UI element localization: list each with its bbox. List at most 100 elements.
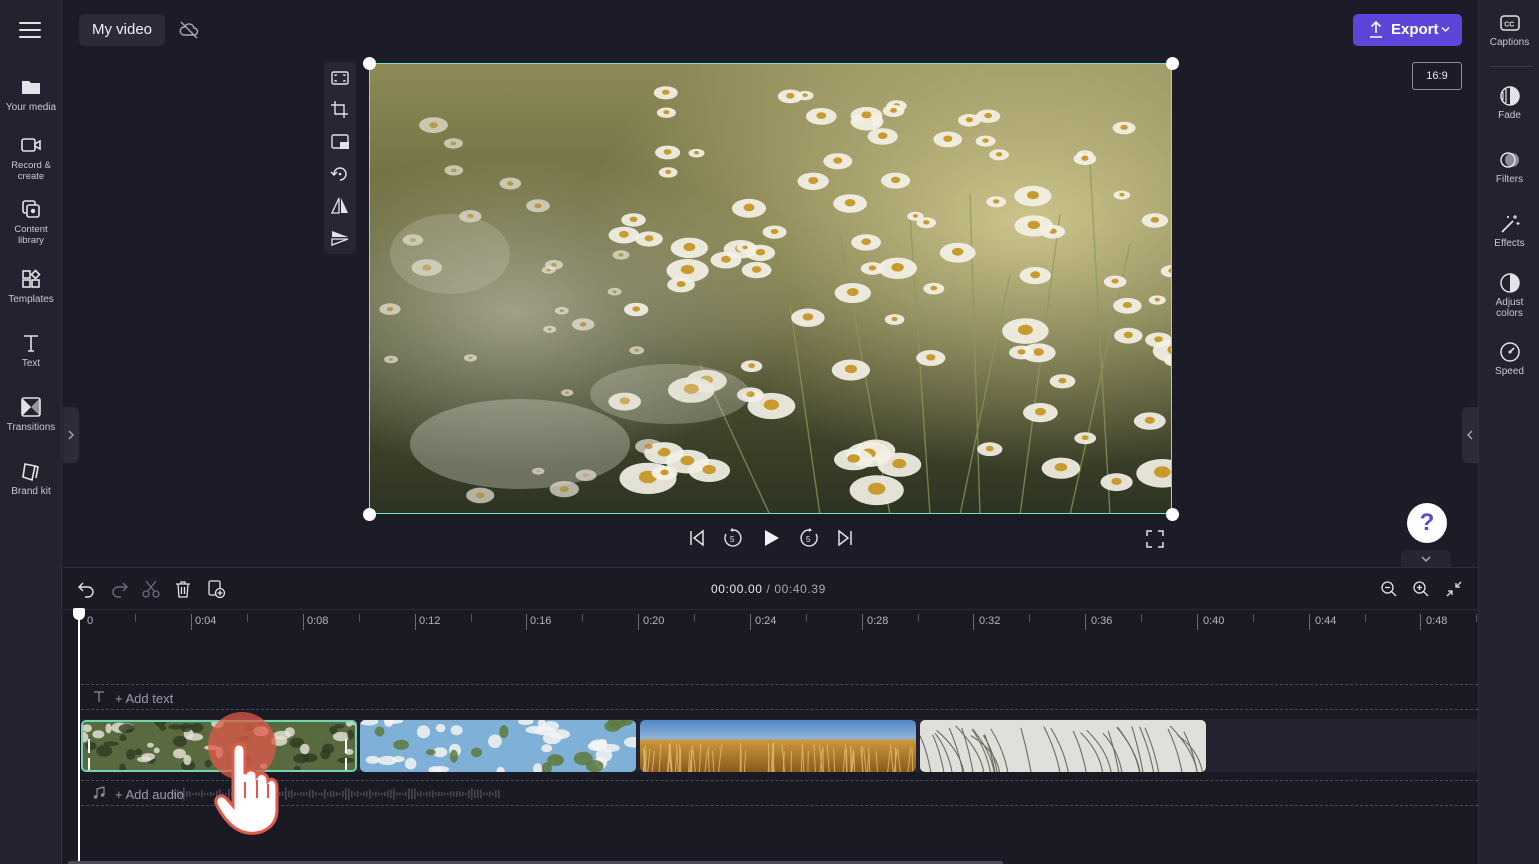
- rs-captions[interactable]: CC Captions: [1479, 12, 1539, 48]
- duplicate-icon[interactable]: [206, 579, 226, 599]
- svg-text:5: 5: [730, 535, 735, 544]
- nav-record-create[interactable]: Record & create: [0, 134, 62, 182]
- resize-handle-top-right[interactable]: [1166, 57, 1179, 70]
- upload-icon: [1370, 21, 1382, 38]
- tick-label: 0:40: [1203, 615, 1225, 627]
- tick-label: 0:20: [643, 615, 665, 627]
- nav-content-library[interactable]: Content library: [0, 198, 62, 246]
- resize-handle-bottom-right[interactable]: [1166, 508, 1179, 521]
- clip-wheat-field[interactable]: [640, 720, 916, 772]
- video-preview[interactable]: [369, 63, 1172, 514]
- delete-icon[interactable]: [173, 579, 193, 599]
- clip-daisy-field[interactable]: [81, 720, 357, 772]
- tick-label: 0: [87, 615, 94, 627]
- tick-label: 0:16: [530, 615, 552, 627]
- zoom-in-icon[interactable]: [1411, 579, 1431, 599]
- nav-your-media[interactable]: Your media: [0, 76, 62, 113]
- timeline-toolbar: 00:00.00 / 00:40.39: [63, 568, 1478, 610]
- timecode: 00:00.00 / 00:40.39: [711, 582, 826, 596]
- flip-vertical-icon[interactable]: [330, 228, 350, 248]
- flip-horizontal-icon[interactable]: [330, 196, 350, 216]
- zoom-out-icon[interactable]: [1379, 579, 1399, 599]
- nav-templates[interactable]: Templates: [0, 268, 62, 305]
- clip-thumbnail-daisy: [83, 722, 355, 770]
- export-label: Export: [1391, 21, 1439, 38]
- picture-in-picture-icon[interactable]: [330, 132, 350, 152]
- timeline-ruler[interactable]: 0 0:04 0:08 0:12 0:16 0:20 0:24 0:28 0:3…: [63, 610, 1478, 634]
- tick-label: 0:04: [195, 615, 217, 627]
- tick-label: 0:36: [1091, 615, 1113, 627]
- crop-icon[interactable]: [330, 100, 350, 120]
- skip-forward-icon[interactable]: [834, 527, 856, 549]
- rs-adjust-colors[interactable]: Adjust colors: [1479, 272, 1539, 319]
- clipchamp-editor: Your media Record & create Content libra…: [0, 0, 1539, 864]
- nav-label-text: Text: [21, 358, 41, 369]
- time-separator: /: [762, 582, 775, 596]
- expand-right-panel-button[interactable]: [1462, 407, 1478, 463]
- chevron-down-icon: [1421, 556, 1431, 562]
- resize-handle-top-left[interactable]: [363, 57, 376, 70]
- timeline: 00:00.00 / 00:40.39 0 0:04 0:08 0:12 0:1…: [63, 567, 1478, 864]
- chevron-right-icon: [68, 430, 74, 440]
- nav-label-brand-kit: Brand kit: [11, 486, 51, 497]
- templates-icon: [20, 268, 42, 290]
- help-button[interactable]: ?: [1407, 503, 1447, 543]
- skip-back-icon[interactable]: [686, 527, 708, 549]
- split-scissors-icon[interactable]: [141, 579, 161, 599]
- trim-handle-right[interactable]: [345, 739, 351, 770]
- undo-icon[interactable]: [77, 579, 97, 599]
- hamburger-icon[interactable]: [19, 22, 41, 38]
- fullscreen-icon[interactable]: [1144, 528, 1166, 550]
- nav-text[interactable]: Text: [0, 332, 62, 369]
- music-note-icon: [93, 786, 105, 799]
- adjust-colors-icon: [1499, 272, 1521, 294]
- nav-brand-kit[interactable]: Brand kit: [0, 460, 62, 497]
- rewind-5-icon[interactable]: 5: [722, 527, 744, 549]
- text-icon: [20, 332, 42, 354]
- add-text-label: + Add text: [115, 691, 174, 706]
- speed-icon: [1499, 341, 1521, 363]
- playhead[interactable]: [78, 614, 80, 864]
- clip-grass-stalks[interactable]: [920, 720, 1206, 772]
- resize-handle-bottom-left[interactable]: [363, 508, 376, 521]
- redo-icon[interactable]: [109, 579, 129, 599]
- trim-handle-left[interactable]: [88, 739, 94, 770]
- fit-timeline-icon[interactable]: [1444, 579, 1464, 599]
- audio-waveform-placeholder: [171, 787, 500, 801]
- right-sidebar: CC Captions Fade Filters Effects Adjust …: [1478, 0, 1539, 864]
- rs-label-captions: Captions: [1489, 37, 1530, 48]
- svg-text:5: 5: [806, 535, 811, 544]
- chevron-left-icon: [1467, 430, 1473, 440]
- play-icon[interactable]: [760, 527, 782, 549]
- forward-5-icon[interactable]: 5: [798, 527, 820, 549]
- expand-left-panel-button[interactable]: [63, 407, 79, 463]
- nav-transitions[interactable]: Transitions: [0, 396, 62, 433]
- aspect-ratio-button[interactable]: 16:9: [1412, 62, 1462, 90]
- fit-icon[interactable]: [330, 68, 350, 88]
- clip-thumbnail-flowers: [360, 720, 636, 772]
- rs-label-speed: Speed: [1495, 366, 1524, 377]
- collapse-help-tab[interactable]: [1401, 550, 1451, 567]
- add-audio-track[interactable]: + Add audio: [81, 780, 1478, 806]
- rs-label-fade: Fade: [1498, 110, 1521, 121]
- nav-label-your-media: Your media: [5, 102, 57, 113]
- add-text-track[interactable]: + Add text: [81, 684, 1478, 710]
- clip-white-flowers[interactable]: [360, 720, 636, 772]
- rs-filters[interactable]: Filters: [1479, 149, 1539, 185]
- rs-speed[interactable]: Speed: [1479, 341, 1539, 377]
- export-button[interactable]: Export: [1353, 14, 1462, 46]
- nav-label-templates: Templates: [8, 294, 54, 305]
- rs-effects[interactable]: Effects: [1479, 213, 1539, 249]
- clip-thumbnail-grass: [920, 720, 1206, 772]
- rotate-icon[interactable]: [330, 164, 350, 184]
- folder-icon: [20, 76, 42, 98]
- cloud-off-icon[interactable]: [178, 20, 200, 40]
- tick-label: 0:44: [1315, 615, 1337, 627]
- project-title[interactable]: My video: [79, 14, 166, 46]
- current-time: 00:00.00: [711, 582, 763, 596]
- brand-kit-icon: [20, 460, 42, 482]
- rs-label-adjust-colors: Adjust colors: [1495, 297, 1524, 319]
- rs-fade[interactable]: Fade: [1479, 85, 1539, 121]
- nav-label-record-create: Record & create: [11, 160, 51, 182]
- rs-label-effects: Effects: [1494, 238, 1525, 249]
